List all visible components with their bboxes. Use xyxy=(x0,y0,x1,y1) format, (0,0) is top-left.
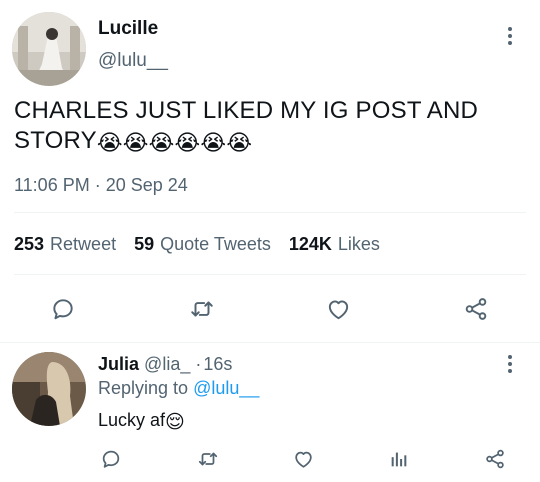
quote-label: Quote Tweets xyxy=(160,234,271,254)
tweet-text: CHARLES JUST LIKED MY IG POST AND STORY😭… xyxy=(14,96,514,156)
author-avatar[interactable] xyxy=(12,12,86,86)
author-name[interactable]: Lucille xyxy=(98,18,158,40)
like-label: Likes xyxy=(337,234,380,254)
reply-author-handle[interactable]: @lia_ xyxy=(144,354,190,374)
retweet-stat[interactable]: 253 Retweet xyxy=(14,234,116,255)
reply-icon[interactable] xyxy=(48,294,78,324)
retweet-count: 253 xyxy=(14,234,45,254)
crying-emoji: 😭😭😭😭😭😭 xyxy=(96,131,253,156)
replying-prefix: Replying to xyxy=(98,378,189,398)
divider xyxy=(14,212,526,213)
reply-retweet-icon[interactable] xyxy=(194,446,222,472)
reply-share-icon[interactable] xyxy=(482,446,508,472)
reply-text: Lucky af😌 xyxy=(98,410,185,433)
retweet-label: Retweet xyxy=(50,234,117,254)
reply-age[interactable]: 16s xyxy=(203,354,232,374)
reply-body: Lucky af xyxy=(98,410,166,430)
like-icon[interactable] xyxy=(323,294,353,324)
reply-separator: · xyxy=(195,354,202,374)
reply-author-name[interactable]: Julia xyxy=(98,354,139,374)
tweet-timestamp[interactable]: 11:06 PM · 20 Sep 24 xyxy=(14,175,188,196)
reply-like-icon[interactable] xyxy=(290,446,316,472)
reply-reply-icon[interactable] xyxy=(98,446,124,472)
replying-handle-link[interactable]: @lulu__ xyxy=(193,378,259,398)
relieved-emoji: 😌 xyxy=(165,411,185,433)
divider xyxy=(0,342,540,343)
like-count: 124K xyxy=(288,234,332,254)
reply-author-avatar[interactable] xyxy=(12,352,86,426)
share-icon[interactable] xyxy=(461,294,491,324)
analytics-icon[interactable] xyxy=(386,446,412,472)
quote-stat[interactable]: 59 Quote Tweets xyxy=(134,234,271,255)
retweet-icon[interactable] xyxy=(186,294,218,324)
divider xyxy=(14,274,526,275)
more-options-icon[interactable] xyxy=(500,24,520,48)
like-stat[interactable]: 124K Likes xyxy=(289,234,380,255)
author-handle[interactable]: @lulu__ xyxy=(98,50,168,72)
replying-to: Replying to @lulu__ xyxy=(98,378,259,399)
reply-more-options-icon[interactable] xyxy=(500,352,520,376)
tweet-stats: 253 Retweet 59 Quote Tweets 124K Likes xyxy=(14,234,380,255)
quote-count: 59 xyxy=(134,234,155,254)
reply-header: Julia @lia_ · 16s xyxy=(98,354,232,375)
